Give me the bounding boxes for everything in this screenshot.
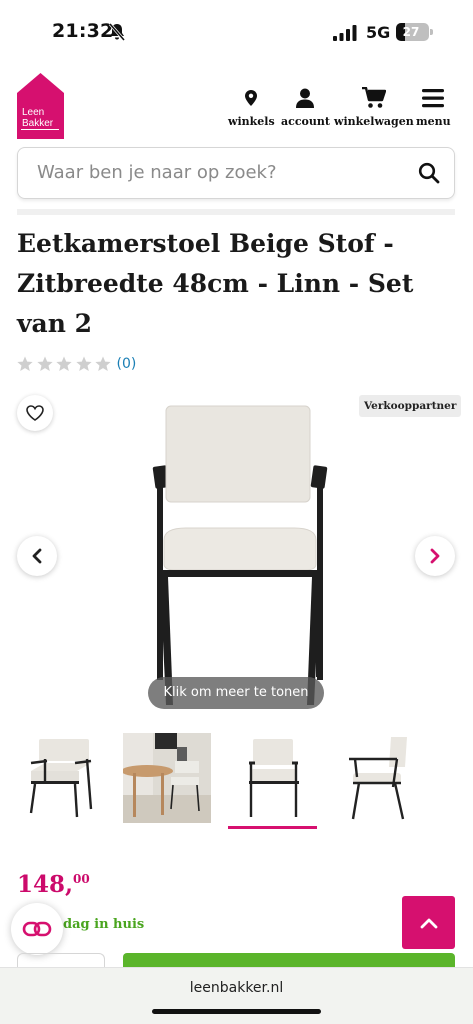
price-main: 148, xyxy=(17,871,74,898)
user-icon xyxy=(295,86,315,110)
nav-label-account: account xyxy=(281,115,330,128)
nav-winkels[interactable]: winkels xyxy=(228,86,275,128)
thumbnail-3[interactable] xyxy=(229,733,317,823)
battery-level: 27 xyxy=(402,25,420,39)
hamburger-menu-icon xyxy=(422,86,445,110)
home-indicator xyxy=(152,1009,321,1014)
scroll-to-top-button[interactable] xyxy=(402,896,455,949)
search-icon[interactable] xyxy=(418,162,440,184)
floating-chat-button[interactable] xyxy=(11,903,63,955)
leen-bakker-logo[interactable]: Leen Bakker xyxy=(17,73,64,139)
search-input[interactable]: Waar ben je naar op zoek? xyxy=(17,147,455,199)
breadcrumb-divider xyxy=(17,209,455,215)
browser-url-bar[interactable]: leenbakker.nl xyxy=(0,967,473,1024)
active-thumbnail-indicator xyxy=(228,826,317,829)
star-icon xyxy=(56,356,72,371)
nav-label-winkelwagen: winkelwagen xyxy=(334,115,414,128)
chevron-left-icon xyxy=(32,548,42,564)
signal-icon xyxy=(333,25,357,41)
url-text: leenbakker.nl xyxy=(189,980,284,996)
review-count-link[interactable]: (0) xyxy=(117,356,137,372)
nav-winkelwagen[interactable]: winkelwagen xyxy=(334,86,414,128)
nav-account[interactable]: account xyxy=(281,86,330,128)
gallery-prev-button[interactable] xyxy=(17,536,57,576)
chevron-up-icon xyxy=(420,918,437,928)
nav-label-winkels: winkels xyxy=(228,115,275,128)
logo-text-line1: Leen xyxy=(22,107,45,118)
nav-menu[interactable]: menu xyxy=(416,86,451,128)
product-rating[interactable]: (0) xyxy=(17,356,136,372)
map-pin-icon xyxy=(245,86,258,110)
status-time: 21:32 xyxy=(52,20,114,42)
price-cents: 00 xyxy=(73,872,90,886)
logo-text: Leen Bakker xyxy=(17,107,64,129)
status-bar: 21:32 5G 27 xyxy=(0,0,473,64)
star-icon xyxy=(17,356,33,371)
house-logo-icon xyxy=(17,73,64,139)
gallery-next-button[interactable] xyxy=(415,536,455,576)
network-label: 5G xyxy=(366,23,391,42)
thumbnail-4[interactable] xyxy=(335,733,423,823)
link-icon xyxy=(22,921,52,937)
product-title: Eetkamerstoel Beige Stof - Zitbreedte 48… xyxy=(17,229,414,338)
show-more-button[interactable]: Klik om meer te tonen xyxy=(148,677,324,709)
thumbnail-2[interactable] xyxy=(123,733,211,823)
thumbnail-1[interactable] xyxy=(17,733,105,823)
shopping-cart-icon xyxy=(361,86,386,110)
battery-cap xyxy=(430,29,433,35)
product-main-image[interactable] xyxy=(140,400,340,710)
star-icon xyxy=(36,356,53,371)
heart-icon xyxy=(26,405,44,421)
seller-badge: Verkooppartner xyxy=(359,395,462,417)
favorite-button[interactable] xyxy=(17,395,53,431)
star-icon xyxy=(75,356,92,371)
star-icon xyxy=(95,356,111,371)
delivery-info: dag in huis xyxy=(63,917,145,932)
nav-label-menu: menu xyxy=(416,115,451,128)
thumbnail-strip xyxy=(17,733,457,833)
battery-icon: 27 xyxy=(396,23,429,41)
product-price: 148,00 xyxy=(17,871,90,898)
chevron-right-icon xyxy=(430,548,440,564)
search-placeholder: Waar ben je naar op zoek? xyxy=(37,162,277,183)
bell-muted-icon xyxy=(108,23,126,41)
logo-text-line2: Bakker xyxy=(22,118,54,129)
